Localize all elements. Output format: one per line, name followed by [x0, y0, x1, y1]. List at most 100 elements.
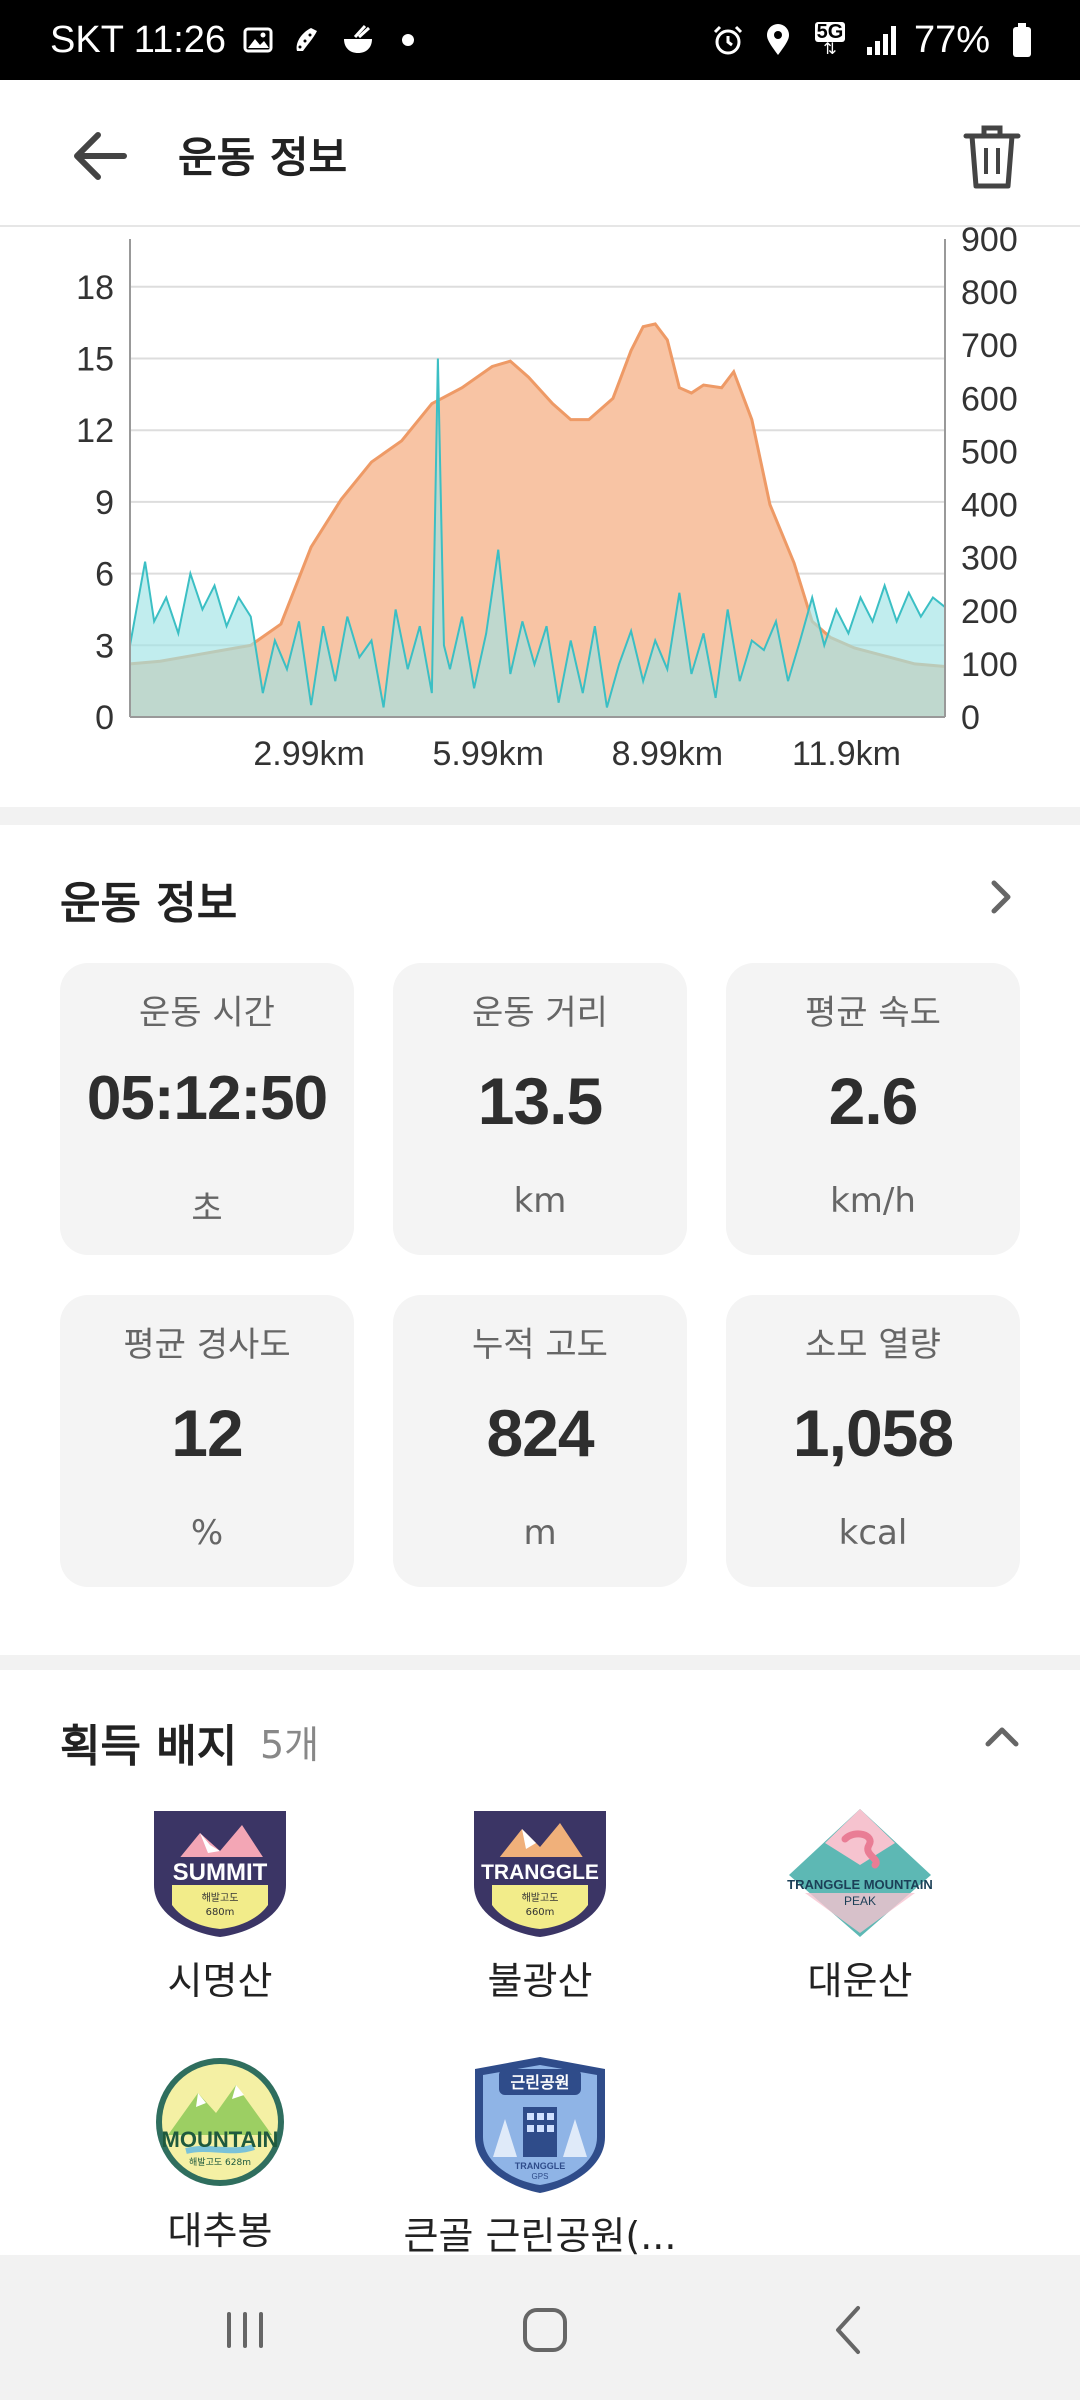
stat-value: 05:12:50: [86, 1064, 328, 1133]
summit-badge-icon: SUMMIT 해발고도 680m: [154, 1811, 286, 1937]
status-bar: SKT 11:26 5G ⇅ 77%: [0, 0, 1080, 80]
stat-unit: kcal: [838, 1513, 908, 1553]
y-right-tick-label: 600: [961, 380, 1018, 418]
badge-name: 시명산: [167, 1959, 273, 2003]
badge-item[interactable]: 근린공원 TRANGGLE GPS 큰골 근린공원(...: [390, 2055, 690, 2260]
badge-count: 5개: [260, 1723, 320, 1767]
x-tick-label: 8.99km: [612, 735, 724, 773]
recent-apps-icon[interactable]: [205, 2290, 285, 2370]
network-label: 5G: [814, 21, 846, 43]
chevron-up-icon[interactable]: [972, 1706, 1032, 1766]
badge-subtext: TRANGGLE: [515, 2161, 566, 2171]
x-tick-label: 2.99km: [253, 735, 365, 773]
badge-name: 불광산: [487, 1959, 593, 2003]
badge-name: 대운산: [807, 1959, 913, 2003]
app-bar: 운동 정보: [0, 80, 1080, 227]
badge-text: TRANGGLE MOUNTAIN: [787, 1877, 933, 1892]
badge-text: SUMMIT: [173, 1859, 268, 1886]
stat-label: 운동 거리: [472, 993, 608, 1033]
park-badge-icon: 근린공원 TRANGGLE GPS: [475, 2057, 605, 2193]
y-right-tick-label: 500: [961, 433, 1018, 471]
y-left-tick-label: 15: [76, 341, 114, 379]
stat-tile-distance: 운동 거리 13.5 km: [393, 963, 687, 1255]
badge-name: 큰골 근린공원(...: [403, 2214, 677, 2258]
stat-value: 1,058: [792, 1396, 954, 1470]
section-title: 획득 배지: [60, 1721, 238, 1772]
stat-label: 운동 시간: [139, 993, 275, 1033]
trash-icon[interactable]: [954, 118, 1030, 194]
stat-tile-avg-grade: 평균 경사도 12 %: [60, 1295, 354, 1587]
workout-info-section: 운동 정보 운동 시간 05:12:50 초 운동 거리 13.5 km 평균 …: [0, 825, 1080, 1655]
carrier-time: SKT 11:26: [50, 18, 227, 61]
shoe-icon: [290, 22, 326, 58]
dot-icon: [390, 22, 426, 58]
badge-alt-text: GPS: [532, 2172, 549, 2181]
system-nav-bar: [0, 2255, 1080, 2400]
badge-alt-text: 660m: [526, 1907, 555, 1918]
badge-text: MOUNTAIN: [162, 2127, 279, 2152]
y-right-tick-label: 400: [961, 487, 1018, 525]
network-5g-icon: 5G ⇅: [814, 21, 846, 58]
badge-alt-text: 680m: [206, 1907, 235, 1918]
stat-unit: 초: [191, 1189, 223, 1229]
badge-item[interactable]: MOUNTAIN 해발고도 628m 대추봉: [70, 2055, 370, 2255]
chevron-right-icon[interactable]: [970, 867, 1030, 927]
gallery-icon: [240, 22, 276, 58]
y-right-tick-label: 100: [961, 646, 1018, 684]
location-icon: [760, 22, 796, 58]
mountain-badge-icon: MOUNTAIN 해발고도 628m: [156, 2058, 284, 2186]
x-tick-label: 5.99km: [432, 735, 544, 773]
x-tick-label: 11.9km: [792, 735, 901, 773]
page-title: 운동 정보: [178, 133, 348, 182]
trangle-badge-icon: TRANGGLE 해발고도 660m: [474, 1811, 606, 1937]
stat-tile-elevation-gain: 누적 고도 824 m: [393, 1295, 687, 1587]
home-icon[interactable]: [505, 2290, 585, 2370]
section-title: 운동 정보: [60, 878, 238, 929]
back-icon[interactable]: [810, 2290, 890, 2370]
y-left-tick-label: 0: [95, 699, 114, 737]
stat-tile-duration: 운동 시간 05:12:50 초: [60, 963, 354, 1255]
y-right-tick-label: 0: [961, 699, 980, 737]
mountain-peak-badge-icon: TRANGGLE MOUNTAIN PEAK: [787, 1809, 933, 1937]
badge-item[interactable]: TRANGGLE 해발고도 660m 불광산: [390, 1805, 690, 2005]
badge-subtext: 해발고도: [522, 1891, 559, 1904]
stat-unit: m: [523, 1513, 557, 1553]
y-right-tick-label: 800: [961, 274, 1018, 312]
y-left-tick-label: 3: [95, 627, 114, 665]
workout-chart-card: 0 3 6 9 12 15 18 0 100 200 300 400 500 600 700 800 900 2.…: [0, 227, 1080, 807]
stat-tile-calories: 소모 열량 1,058 kcal: [726, 1295, 1020, 1587]
stat-value: 824: [486, 1396, 594, 1470]
badge-item[interactable]: SUMMIT 해발고도 680m 시명산: [70, 1805, 370, 2005]
badge-item[interactable]: TRANGGLE MOUNTAIN PEAK 대운산: [710, 1805, 1010, 2005]
stat-label: 누적 고도: [472, 1325, 608, 1365]
battery-percent: 77%: [913, 18, 990, 61]
stat-tile-avg-speed: 평균 속도 2.6 km/h: [726, 963, 1020, 1255]
badge-text: 근린공원: [511, 2073, 570, 2092]
stat-unit: km/h: [830, 1181, 916, 1221]
y-right-tick-label: 900: [961, 227, 1018, 259]
stat-value: 12: [171, 1396, 243, 1470]
y-right-tick-label: 700: [961, 327, 1018, 365]
alarm-icon: [710, 22, 746, 58]
signal-icon: [864, 22, 900, 58]
arrow-left-icon[interactable]: [62, 118, 138, 194]
y-right-tick-label: 200: [961, 593, 1018, 631]
stat-label: 평균 경사도: [123, 1325, 291, 1365]
battery-icon: [1004, 22, 1040, 58]
y-left-tick-label: 12: [76, 412, 114, 450]
badge-subtext: 해발고도: [202, 1891, 239, 1904]
y-right-tick-label: 300: [961, 540, 1018, 578]
y-left-tick-label: 18: [76, 269, 114, 307]
badge-subtext: PEAK: [844, 1894, 876, 1908]
badge-name: 대추봉: [167, 2209, 273, 2253]
badge-text: TRANGGLE: [481, 1861, 599, 1884]
bowl-icon: [340, 22, 376, 58]
stat-label: 평균 속도: [805, 993, 941, 1033]
stat-value: 2.6: [828, 1064, 919, 1138]
stat-unit: %: [190, 1513, 224, 1553]
badges-section: 획득 배지 5개 SUMMIT 해발고도 680m 시명산 TRANGGLE 해…: [0, 1670, 1080, 2258]
stat-value: 13.5: [477, 1064, 603, 1138]
y-left-tick-label: 6: [95, 556, 114, 594]
y-left-tick-label: 9: [95, 484, 114, 522]
elevation-speed-chart: 0 3 6 9 12 15 18 0 100 200 300 400 500 600 700 800 900 2.…: [76, 227, 1018, 773]
